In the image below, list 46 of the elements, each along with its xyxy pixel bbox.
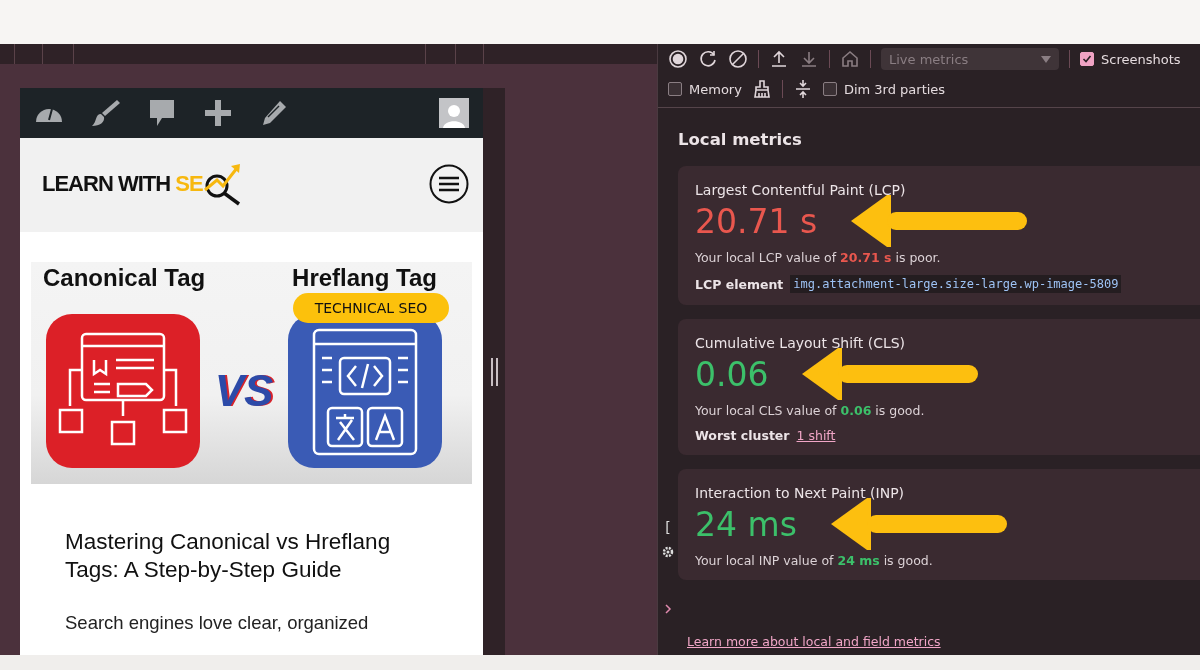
- paintbrush-icon[interactable]: [91, 98, 121, 128]
- home-icon[interactable]: [840, 49, 860, 69]
- browser-sitemap-icon: [46, 314, 200, 468]
- metric-value: 24 ms: [695, 504, 797, 544]
- metric-title: Cumulative Layout Shift (CLS): [695, 335, 907, 351]
- resize-handle[interactable]: [491, 357, 498, 386]
- speech-bubble-icon[interactable]: [148, 98, 176, 128]
- bracket-text: [: [665, 519, 671, 535]
- checkbox[interactable]: [668, 82, 682, 96]
- pencil-icon[interactable]: [260, 98, 288, 128]
- metric-title: Interaction to Next Paint (INP): [695, 485, 906, 501]
- download-icon[interactable]: [799, 49, 819, 69]
- shift-link[interactable]: 1 shift: [796, 428, 836, 443]
- metric-description: Your local LCP value of 20.71 s is poor.: [695, 250, 942, 265]
- clear-icon[interactable]: [728, 49, 748, 69]
- image-caption: Hreflang Tag: [292, 264, 437, 292]
- reload-icon[interactable]: [698, 49, 718, 69]
- section-heading: Local metrics: [678, 130, 803, 149]
- chevron-right-icon[interactable]: [664, 603, 672, 615]
- record-icon[interactable]: [668, 49, 688, 69]
- metric-description: Your local CLS value of 0.06 is good.: [695, 403, 926, 418]
- vs-label: VS: [214, 366, 274, 416]
- checkbox-label[interactable]: Memory: [689, 81, 742, 97]
- element-selector[interactable]: img.attachment-large.size-large.wp-image-5809: [790, 275, 1122, 293]
- metric-value: 20.71 s: [695, 201, 818, 241]
- detail-label: LCP element: [695, 276, 784, 292]
- checkbox[interactable]: [1080, 52, 1094, 66]
- checkbox-label[interactable]: Dim 3rd parties: [843, 81, 946, 97]
- plus-icon[interactable]: [203, 98, 233, 128]
- metric-value: 0.06: [695, 354, 769, 394]
- metric-title: Largest Contentful Paint (LCP): [695, 182, 907, 198]
- site-logo[interactable]: LEARN WITH SE: [42, 171, 203, 197]
- learn-more-link[interactable]: Learn more about local and field metrics: [687, 634, 1200, 649]
- broom-icon[interactable]: [751, 79, 772, 99]
- metric-description: Your local INP value of 24 ms is good.: [695, 553, 934, 568]
- post-excerpt: Search engines love clear, organized: [64, 611, 370, 634]
- upload-icon[interactable]: [769, 49, 789, 69]
- checkbox[interactable]: [822, 82, 837, 96]
- image-caption: Canonical Tag: [43, 264, 206, 292]
- featured-image[interactable]: Canonical Tag Hreflang Tag VS TECHNICAL SEO: [31, 262, 472, 484]
- category-tag[interactable]: TECHNICAL SEO: [293, 293, 449, 323]
- detail-label: Worst cluster: [695, 428, 790, 443]
- menu-icon[interactable]: [429, 164, 469, 204]
- post-title[interactable]: Mastering Canonical vs Hreflang Tags: A Step-by-Step Guide: [31, 484, 472, 584]
- checkbox-label[interactable]: Screenshots: [1101, 51, 1181, 67]
- settings-icon[interactable]: [661, 545, 675, 559]
